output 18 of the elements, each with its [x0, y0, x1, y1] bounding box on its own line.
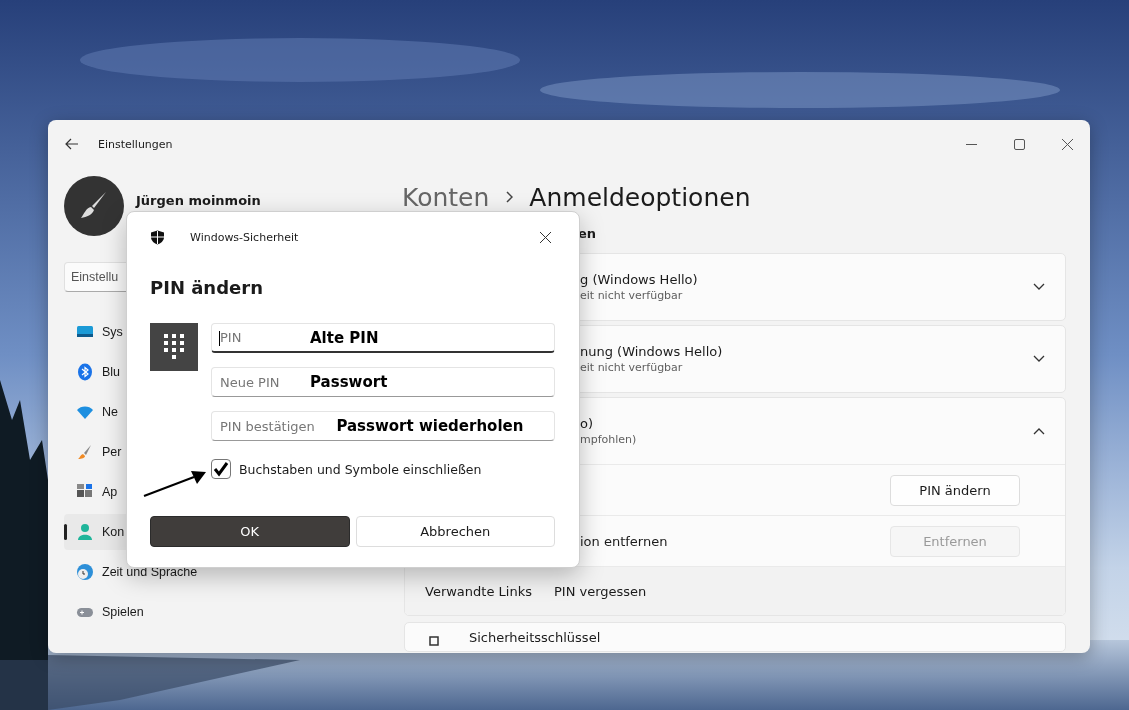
dialog-title: Windows-Sicherheit — [190, 230, 299, 244]
dialog-heading: PIN ändern — [150, 277, 264, 300]
window-title: Einstellungen — [98, 137, 173, 151]
annotation-text: Passwort — [310, 373, 388, 391]
row-label: ion entfernen — [580, 533, 668, 549]
user-name: Jürgen moinmoin — [136, 192, 261, 208]
checkbox-label: Buchstaben und Symbole einschließen — [239, 461, 482, 477]
card-subtitle: mpfohlen) — [580, 433, 637, 446]
page-title: Anmeldeoptionen — [529, 182, 751, 212]
card-subtitle: eit nicht verfügbar — [580, 289, 684, 302]
card-title: nung (Windows Hello) — [580, 344, 723, 359]
annotation-text: Passwort wiederholen — [336, 417, 524, 435]
annotation-text: Alte PIN — [310, 328, 379, 347]
card-title: Sicherheitsschlüssel — [469, 629, 601, 645]
card-title: o) — [580, 416, 595, 431]
card-title: g (Windows Hello) — [580, 272, 698, 287]
related-links-label: Verwandte Links — [425, 583, 532, 599]
card-subtitle: eit nicht verfügbar — [580, 361, 684, 374]
